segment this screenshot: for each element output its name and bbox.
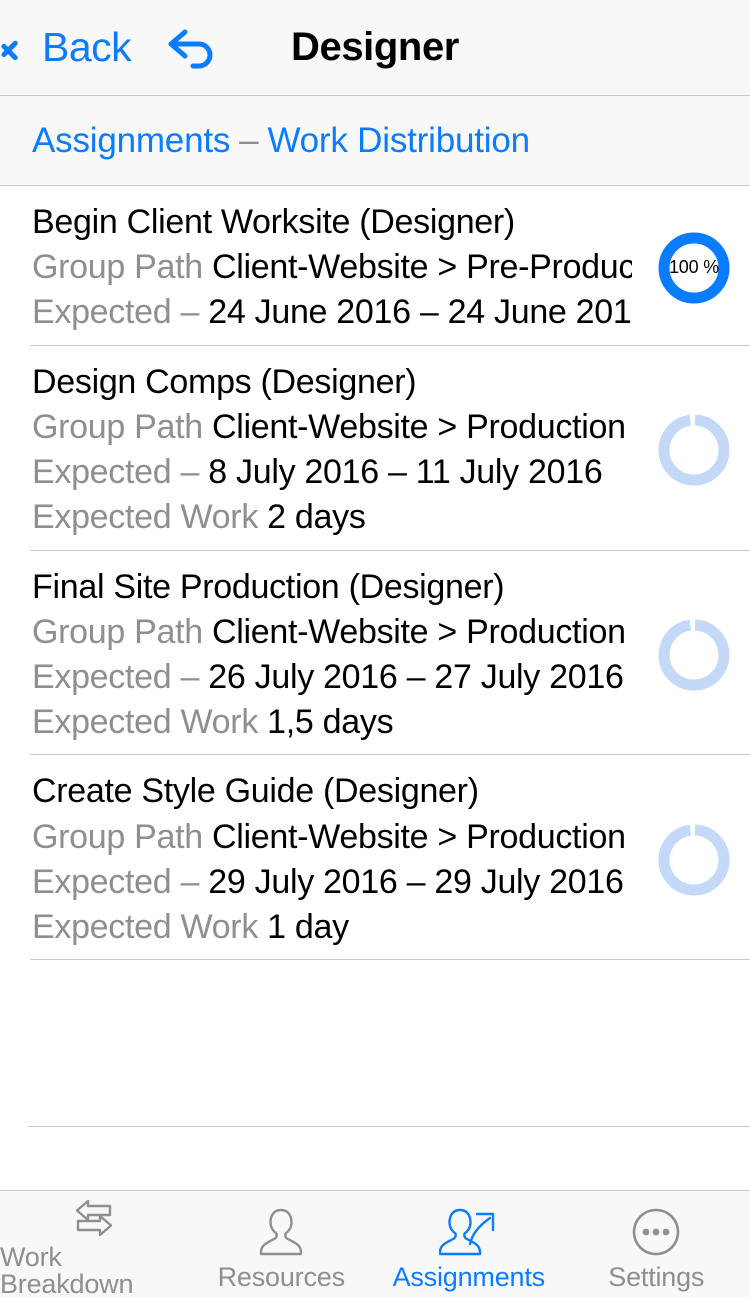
group-path-value: Client-Website > Production >... <box>212 817 632 856</box>
expected-dates-value: 8 July 2016 – 11 July 2016 <box>208 453 603 492</box>
expected-dates: Expected – 8 July 2016 – 11 July 2016 <box>32 450 632 495</box>
expected-work-value: 2 days <box>267 498 366 537</box>
group-path: Group Path Client-Website > Production >… <box>32 405 632 450</box>
expected-dates: Expected – 26 July 2016 – 27 July 2016 <box>32 655 632 700</box>
table-row[interactable]: Final Site Production (Designer) Group Pa… <box>0 551 750 756</box>
chevron-left-icon <box>14 30 36 66</box>
group-path-label: Group Path <box>32 612 213 651</box>
undo-button[interactable] <box>163 23 221 73</box>
row-text-block: Final Site Production (Designer) Group Pa… <box>0 565 646 746</box>
tab-work-breakdown[interactable]: Work Breakdown <box>0 1191 188 1297</box>
ellipsis-circle-icon <box>630 1204 682 1260</box>
row-text-block: Create Style Guide (Designer) Group Path … <box>0 769 646 950</box>
expected-dates-value: 24 June 2016 – 24 June 2016 <box>208 293 632 332</box>
progress-ring <box>653 614 735 696</box>
expected-work-value: 1 day <box>267 908 349 947</box>
breadcrumb-item-work-distribution[interactable]: Work Distribution <box>267 121 530 161</box>
row-text-block: Design Comps (Designer) Group Path Client… <box>0 360 646 541</box>
table-row[interactable]: Create Style Guide (Designer) Group Path … <box>0 755 750 961</box>
group-path: Group Path Client-Website > Production >… <box>32 815 632 860</box>
expected-work: Expected Work 2 days <box>32 495 632 540</box>
assignment-list[interactable]: Begin Client Worksite (Designer) Group Pa… <box>0 186 750 1190</box>
breadcrumb: Assignments – Work Distribution <box>0 96 750 186</box>
tab-label: Settings <box>608 1261 705 1292</box>
expected-work: Expected Work 1 day <box>32 905 632 950</box>
expected-dates-label: Expected – <box>32 453 209 492</box>
tab-label: Assignments <box>392 1261 546 1292</box>
expected-dates-label: Expected – <box>32 657 209 696</box>
progress-ring-cell <box>646 819 750 901</box>
row-title: Begin Client Worksite (Designer) <box>32 203 515 241</box>
progress-percent-label: 100 % <box>668 257 720 278</box>
progress-ring <box>653 819 735 901</box>
expected-dates-value: 26 July 2016 – 27 July 2016 <box>208 657 624 696</box>
undo-arrow-icon <box>168 29 213 68</box>
expected-dates-label: Expected – <box>32 293 209 332</box>
tab-label: Resources <box>217 1261 345 1292</box>
back-button[interactable]: Back <box>14 24 132 70</box>
expected-work-label: Expected Work <box>32 703 268 742</box>
expected-work-label: Expected Work <box>32 908 268 947</box>
person-arrow-icon <box>438 1204 499 1260</box>
group-path: Group Path Client-Website > Production >… <box>32 610 632 655</box>
row-title: Design Comps (Designer) <box>32 362 417 401</box>
group-path: Group Path Client-Website > Pre-Producti… <box>32 245 632 290</box>
progress-ring <box>653 409 735 491</box>
row-title: Final Site Production (Designer) <box>32 567 505 606</box>
progress-ring-cell <box>646 409 750 491</box>
expected-dates-value: 29 July 2016 – 29 July 2016 <box>208 862 624 901</box>
group-path-label: Group Path <box>32 407 213 446</box>
group-path-label: Group Path <box>32 248 213 287</box>
expected-work: Expected Work 1,5 days <box>32 700 632 745</box>
tab-assignments[interactable]: Assignments <box>375 1191 563 1297</box>
person-icon <box>256 1204 306 1260</box>
back-button-label: Back <box>42 24 132 70</box>
breadcrumb-item-assignments[interactable]: Assignments <box>32 121 230 161</box>
expected-dates: Expected – 24 June 2016 – 24 June 2016 <box>32 290 632 335</box>
row-title: Create Style Guide (Designer) <box>32 772 479 811</box>
app-screen: Back Designer Assignments – Work Distrib… <box>0 0 750 1297</box>
expected-dates-label: Expected – <box>32 862 209 901</box>
group-path-value: Client-Website > Production >... <box>212 612 632 651</box>
navigation-bar: Back Designer <box>0 0 750 96</box>
breadcrumb-separator: – <box>239 120 259 160</box>
expected-work-label: Expected Work <box>32 498 268 537</box>
tab-bar: Work Breakdown Resources Assignments Set… <box>0 1190 750 1297</box>
empty-list-row <box>0 1127 750 1190</box>
table-row[interactable]: Design Comps (Designer) Group Path Client… <box>0 346 750 551</box>
group-path-value: Client-Website > Pre-Producti... <box>212 248 632 287</box>
swap-arrows-icon <box>66 1196 122 1240</box>
expected-work-value: 1,5 days <box>267 703 394 742</box>
empty-list-row <box>0 960 750 1128</box>
group-path-value: Client-Website > Production >... <box>212 407 632 446</box>
tab-resources[interactable]: Resources <box>188 1191 376 1297</box>
table-row[interactable]: Begin Client Worksite (Designer) Group Pa… <box>0 186 750 346</box>
group-path-label: Group Path <box>32 817 213 856</box>
row-text-block: Begin Client Worksite (Designer) Group Pa… <box>0 200 646 336</box>
tab-label: Work Breakdown <box>0 1242 134 1297</box>
progress-ring: 100 % <box>653 227 735 309</box>
progress-ring-cell <box>646 614 750 696</box>
expected-dates: Expected – 29 July 2016 – 29 July 2016 <box>32 860 632 905</box>
progress-ring-cell: 100 % <box>646 227 750 309</box>
tab-settings[interactable]: Settings <box>563 1191 750 1297</box>
